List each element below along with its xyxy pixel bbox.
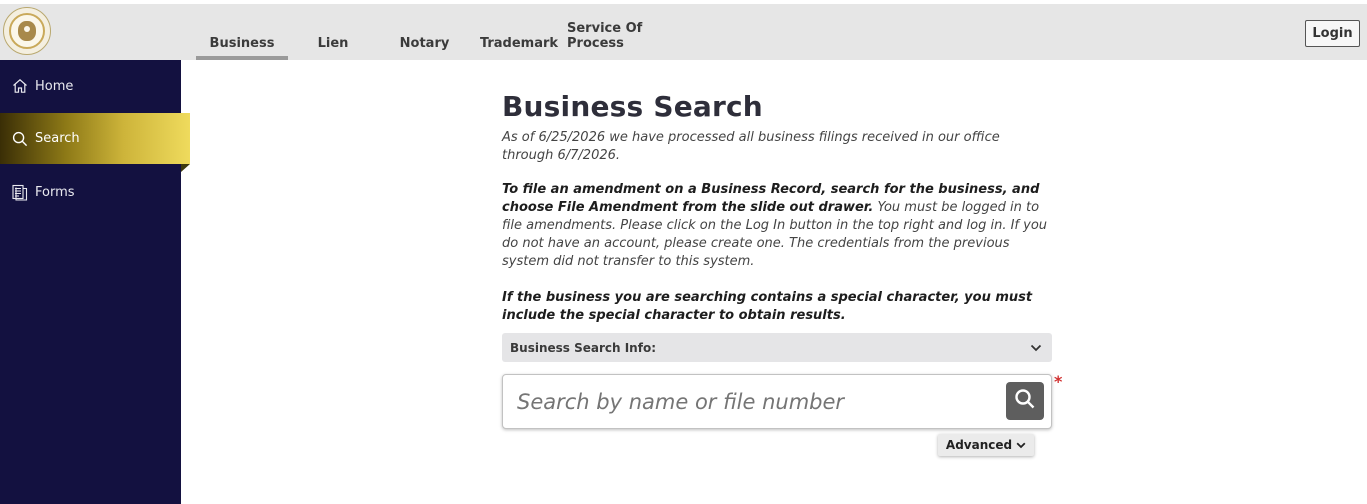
required-asterisk: * [1054,372,1063,391]
tab-lien[interactable]: Lien [288,4,378,60]
business-search-info-dropdown[interactable]: Business Search Info: [502,333,1052,362]
search-input[interactable] [517,385,997,419]
business-search-info-label: Business Search Info: [510,340,656,355]
tab-notary[interactable]: Notary [378,4,471,60]
magnifier-icon [1014,388,1036,414]
page-title: Business Search [502,90,763,123]
search-button[interactable] [1006,382,1044,420]
sidebar-item-home[interactable]: Home [0,60,181,112]
state-seal-icon[interactable] [3,7,51,55]
active-item-fold [181,164,190,172]
top-tabs: Business Lien Notary Trademark Service O… [196,4,697,60]
tab-business[interactable]: Business [196,4,288,60]
sidebar-item-forms[interactable]: Forms [0,166,181,218]
forms-icon [12,184,28,201]
tab-service-of-process[interactable]: Service Of Process [567,4,697,60]
chevron-down-icon [1016,438,1026,452]
search-icon [12,131,28,147]
chevron-down-icon [1030,341,1042,355]
special-character-text: If the business you are searching contai… [502,290,1033,323]
advanced-label: Advanced [945,438,1013,452]
sidebar: Home Search Forms [0,60,190,504]
special-character-notice: If the business you are searching contai… [502,289,1054,325]
sidebar-item-label: Forms [35,184,75,200]
amendment-notice: To file an amendment on a Business Recor… [502,181,1054,271]
sidebar-item-label: Home [35,78,74,94]
main-content: Business Search As of 6/25/2026 we have … [502,60,1063,456]
search-box [502,374,1052,429]
advanced-button[interactable]: Advanced [938,434,1034,456]
processed-notice: As of 6/25/2026 we have processed all bu… [502,130,1000,163]
top-bar: Business Lien Notary Trademark Service O… [0,0,1367,60]
home-icon [12,78,28,94]
sidebar-item-search[interactable]: Search [0,113,190,164]
tab-trademark[interactable]: Trademark [471,4,567,60]
login-button[interactable]: Login [1305,20,1360,47]
search-row: * Advanced [502,372,1063,456]
sidebar-item-label: Search [35,131,80,146]
